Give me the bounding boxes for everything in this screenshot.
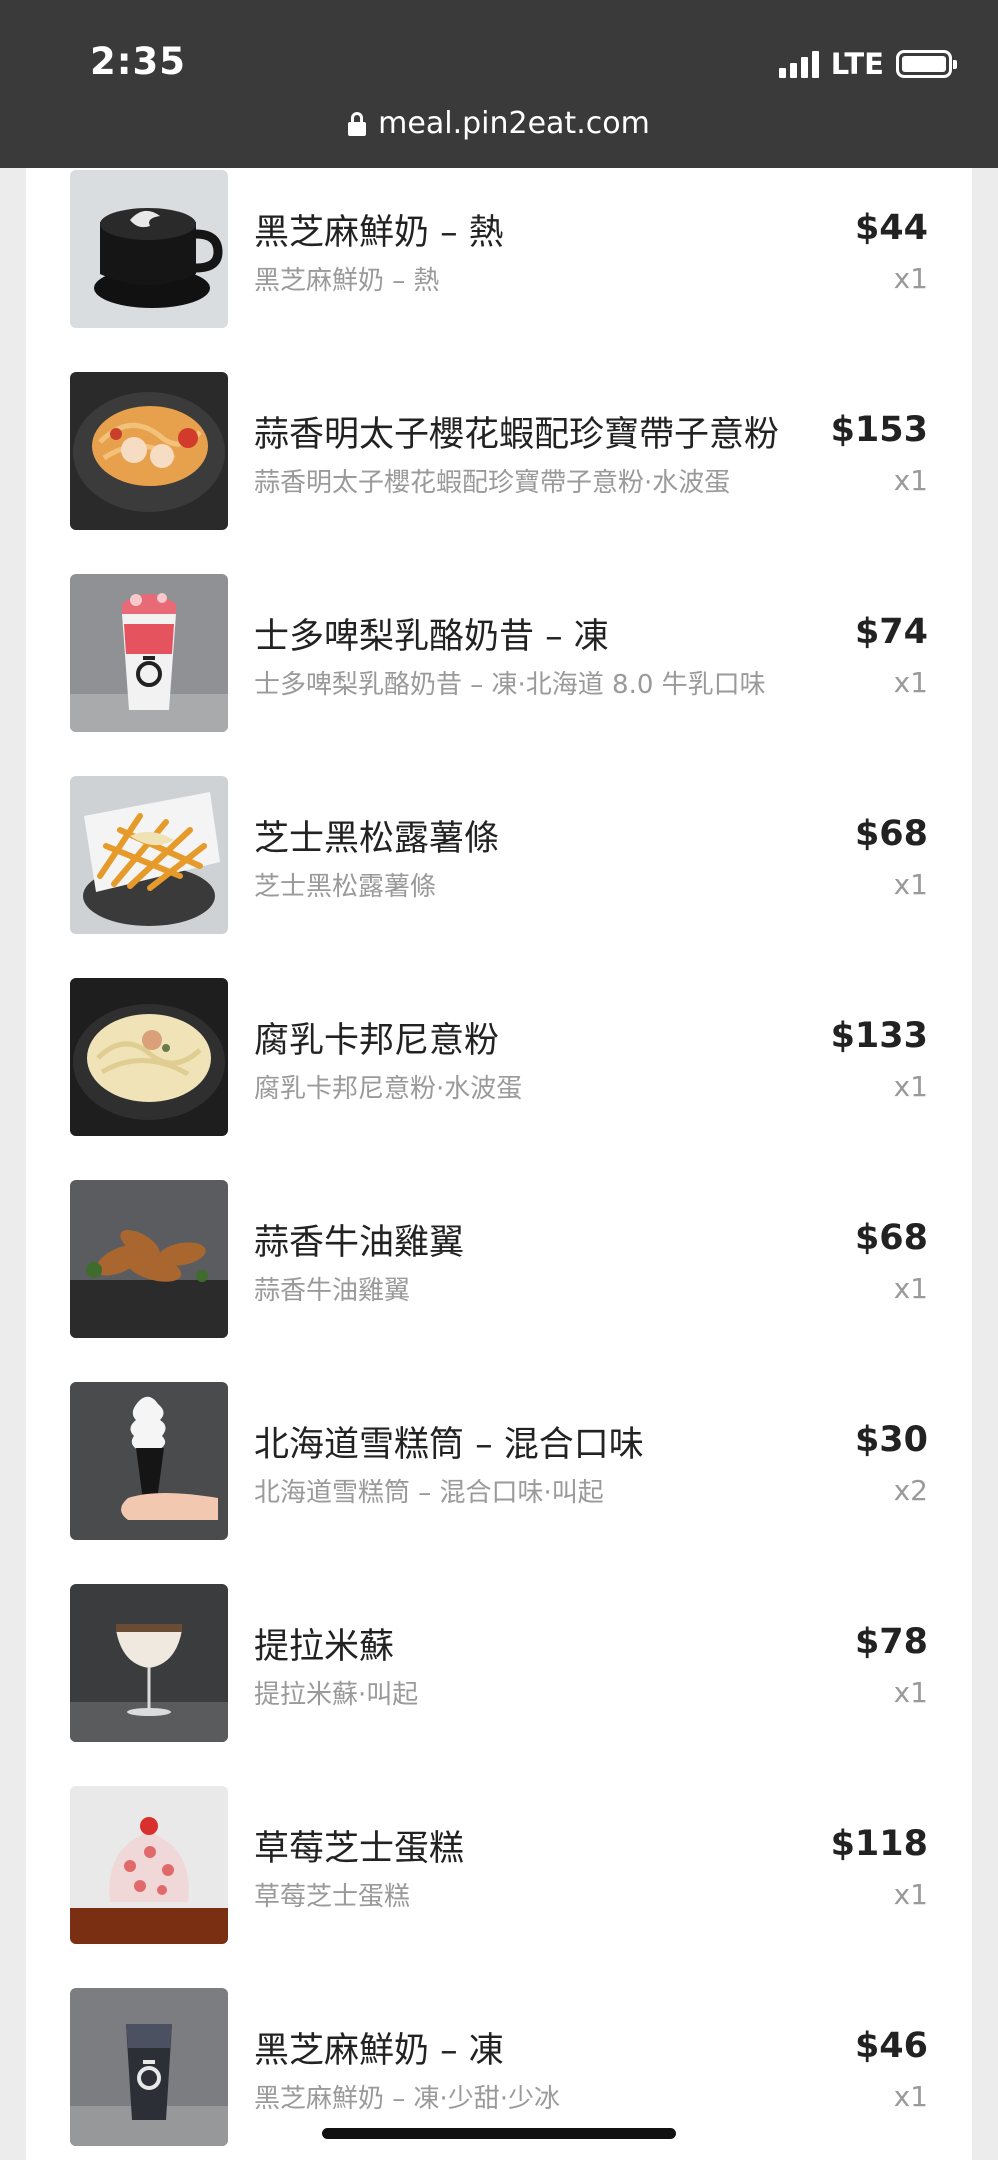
item-name: 蒜香明太子櫻花蝦配珍寶帶子意粉 [254, 415, 780, 455]
item-price: $68 [854, 814, 928, 854]
item-quantity: x1 [893, 1272, 928, 1305]
status-icons: LTE [778, 46, 957, 82]
order-item: 草莓芝士蛋糕 草莓芝士蛋糕 $118 x1 [26, 1786, 972, 1988]
item-detail: 蒜香明太子櫻花蝦配珍寶帶子意粉·水波蛋 [254, 468, 731, 498]
item-name: 芝士黑松露薯條 [254, 819, 500, 859]
item-detail: 芝士黑松露薯條 [254, 872, 437, 902]
item-name: 士多啤梨乳酪奶昔 – 凍 [254, 617, 609, 657]
item-price: $68 [854, 1218, 928, 1258]
item-name: 提拉米蘇 [254, 1627, 395, 1667]
address-bar[interactable]: meal.pin2eat.com [0, 106, 998, 141]
item-price: $46 [854, 2026, 928, 2066]
item-quantity: x1 [893, 1676, 928, 1709]
item-detail: 北海道雪糕筒 – 混合口味·叫起 [254, 1478, 604, 1508]
item-detail: 提拉米蘇·叫起 [254, 1680, 419, 1710]
clock: 2:35 [90, 40, 187, 83]
item-quantity: x1 [893, 2080, 928, 2113]
item-price: $78 [854, 1622, 928, 1662]
item-name: 草莓芝士蛋糕 [254, 1829, 465, 1869]
item-image [70, 574, 228, 732]
order-item: 黑芝麻鮮奶 – 熱 黑芝麻鮮奶 – 熱 $44 x1 [26, 170, 972, 372]
order-item: 北海道雪糕筒 – 混合口味 北海道雪糕筒 – 混合口味·叫起 $30 x2 [26, 1382, 972, 1584]
order-item: 士多啤梨乳酪奶昔 – 凍 士多啤梨乳酪奶昔 – 凍·北海道 8.0 牛乳口味 $… [26, 574, 972, 776]
url-text[interactable]: meal.pin2eat.com [378, 106, 650, 141]
item-image [70, 1786, 228, 1944]
item-quantity: x2 [893, 1474, 928, 1507]
order-card: 黑芝麻鮮奶 – 熱 黑芝麻鮮奶 – 熱 $44 x1 蒜香明太子櫻花蝦配珍寶帶子… [26, 168, 972, 2160]
item-price: $30 [854, 1420, 928, 1460]
item-detail: 腐乳卡邦尼意粉·水波蛋 [254, 1074, 523, 1104]
item-image [70, 170, 228, 328]
battery-icon [896, 50, 957, 78]
item-name: 蒜香牛油雞翼 [254, 1223, 465, 1263]
order-item: 芝士黑松露薯條 芝士黑松露薯條 $68 x1 [26, 776, 972, 978]
item-quantity: x1 [893, 1070, 928, 1103]
order-item: 提拉米蘇 提拉米蘇·叫起 $78 x1 [26, 1584, 972, 1786]
network-type: LTE [830, 47, 884, 81]
item-price: $44 [854, 208, 928, 248]
home-indicator[interactable] [322, 2128, 676, 2139]
status-bar: 2:35 LTE meal.pin2eat.com [0, 0, 998, 168]
item-price: $118 [830, 1824, 928, 1864]
item-detail: 黑芝麻鮮奶 – 凍·少甜·少冰 [254, 2084, 561, 2114]
item-detail: 蒜香牛油雞翼 [254, 1276, 411, 1306]
item-name: 北海道雪糕筒 – 混合口味 [254, 1425, 644, 1465]
item-price: $133 [830, 1016, 928, 1056]
item-name: 黑芝麻鮮奶 – 凍 [254, 2031, 504, 2071]
item-quantity: x1 [893, 666, 928, 699]
item-image [70, 1988, 228, 2146]
item-image [70, 776, 228, 934]
order-item: 腐乳卡邦尼意粉 腐乳卡邦尼意粉·水波蛋 $133 x1 [26, 978, 972, 1180]
order-item: 蒜香明太子櫻花蝦配珍寶帶子意粉 蒜香明太子櫻花蝦配珍寶帶子意粉·水波蛋 $153… [26, 372, 972, 574]
item-price: $74 [854, 612, 928, 652]
item-price: $153 [830, 410, 928, 450]
item-quantity: x1 [893, 464, 928, 497]
order-item: 蒜香牛油雞翼 蒜香牛油雞翼 $68 x1 [26, 1180, 972, 1382]
item-quantity: x1 [893, 1878, 928, 1911]
item-detail: 士多啤梨乳酪奶昔 – 凍·北海道 8.0 牛乳口味 [254, 670, 766, 700]
signal-icon [778, 50, 819, 78]
item-image [70, 1382, 228, 1540]
item-image [70, 1584, 228, 1742]
item-detail: 黑芝麻鮮奶 – 熱 [254, 266, 440, 296]
page-content[interactable]: 黑芝麻鮮奶 – 熱 黑芝麻鮮奶 – 熱 $44 x1 蒜香明太子櫻花蝦配珍寶帶子… [0, 168, 998, 2160]
item-quantity: x1 [893, 868, 928, 901]
item-image [70, 978, 228, 1136]
item-detail: 草莓芝士蛋糕 [254, 1882, 411, 1912]
item-name: 腐乳卡邦尼意粉 [254, 1021, 500, 1061]
lock-icon [348, 111, 367, 136]
item-quantity: x1 [893, 262, 928, 295]
item-image [70, 1180, 228, 1338]
item-name: 黑芝麻鮮奶 – 熱 [254, 213, 504, 253]
item-image [70, 372, 228, 530]
